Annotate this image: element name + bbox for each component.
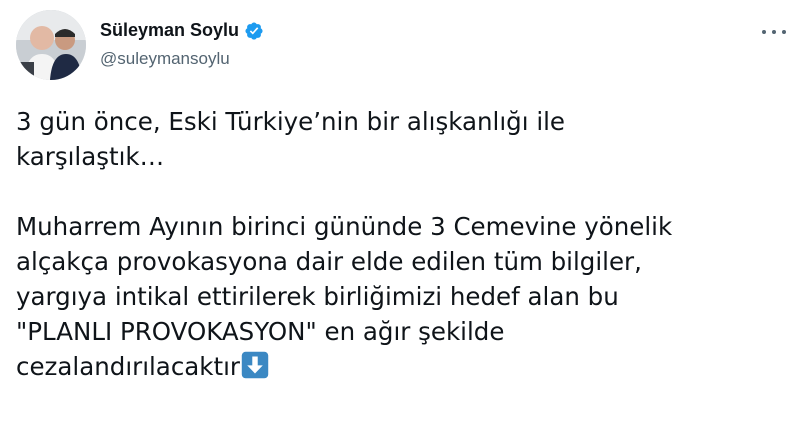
- dot: [782, 30, 786, 34]
- tweet-paragraph-1: 3 gün önce, Eski Türkiye’nin bir alışkan…: [16, 104, 776, 174]
- down-arrow-emoji-icon: [241, 351, 269, 379]
- author-handle[interactable]: @suleymansoylu: [100, 49, 230, 69]
- tweet-line: cezalandırılacaktır: [16, 352, 240, 381]
- dot: [762, 30, 766, 34]
- dot: [772, 30, 776, 34]
- verified-badge-icon: [245, 21, 263, 40]
- author-name-row[interactable]: Süleyman Soylu: [100, 20, 264, 41]
- tweet-paragraph-2: Muharrem Ayının birinci gününde 3 Cemevi…: [16, 209, 776, 384]
- avatar[interactable]: [16, 10, 86, 80]
- tweet-line-last: cezalandırılacaktır: [16, 349, 776, 384]
- author-display-name[interactable]: Süleyman Soylu: [100, 20, 239, 41]
- tweet-line: "PLANLI PROVOKASYON" en ağır şekilde: [16, 317, 505, 346]
- tweet-text: 3 gün önce, Eski Türkiye’nin bir alışkan…: [16, 104, 776, 384]
- tweet-line: alçakça provokasyona dair elde edilen tü…: [16, 247, 642, 276]
- tweet-card: Süleyman Soylu @suleymansoylu 3 gün önce…: [0, 0, 800, 421]
- more-options-icon[interactable]: [762, 22, 786, 42]
- avatar-photo: [16, 10, 86, 80]
- tweet-line: karşılaştık…: [16, 142, 165, 171]
- tweet-line: Muharrem Ayının birinci gününde 3 Cemevi…: [16, 212, 673, 241]
- tweet-line: yargıya intikal ettirilerek birliğimizi …: [16, 282, 619, 311]
- tweet-line: 3 gün önce, Eski Türkiye’nin bir alışkan…: [16, 107, 566, 136]
